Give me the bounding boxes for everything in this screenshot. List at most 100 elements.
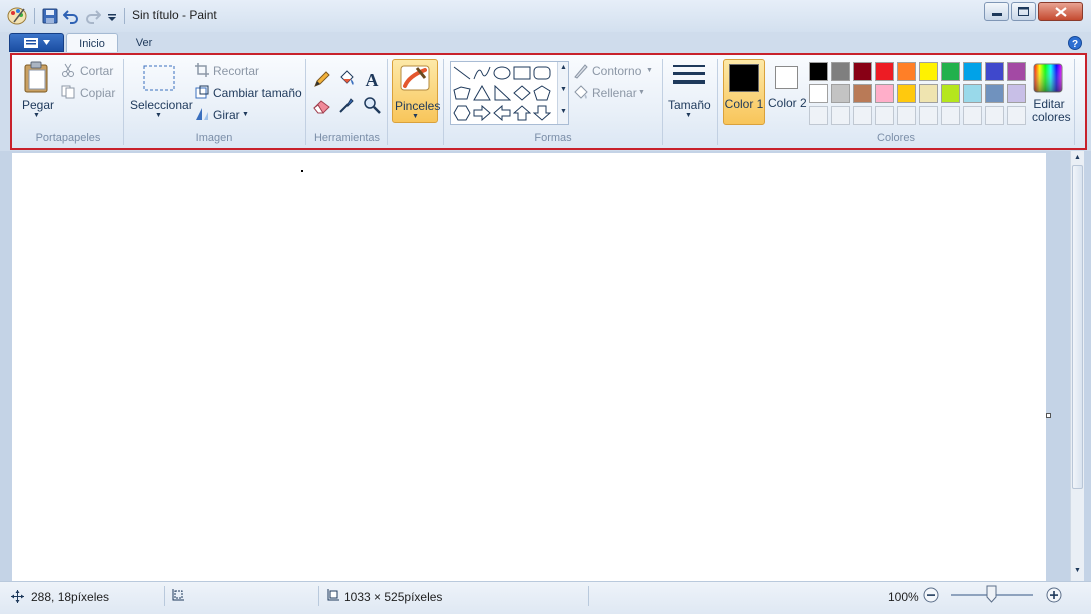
shape-right-arrow-icon[interactable]	[473, 105, 491, 121]
copy-button[interactable]: Copiar	[80, 86, 115, 100]
paste-label[interactable]: Pegar	[22, 98, 54, 112]
custom-color-slot[interactable]	[941, 106, 960, 125]
app-menu-button[interactable]	[9, 33, 64, 52]
select-dropdown-icon[interactable]: ▼	[155, 112, 162, 119]
drawing-canvas[interactable]	[12, 153, 1046, 581]
fill-bucket-icon[interactable]	[337, 69, 357, 89]
customize-dropdown-icon[interactable]	[107, 6, 117, 26]
eraser-icon[interactable]	[312, 95, 332, 115]
select-icon[interactable]	[143, 65, 175, 91]
paste-dropdown-icon[interactable]: ▼	[33, 112, 40, 119]
palette-swatch[interactable]	[941, 62, 960, 81]
palette-swatch[interactable]	[1007, 62, 1026, 81]
palette-swatch[interactable]	[919, 62, 938, 81]
custom-color-slot[interactable]	[809, 106, 828, 125]
palette-swatch[interactable]	[897, 62, 916, 81]
close-button[interactable]	[1038, 2, 1083, 21]
save-icon[interactable]	[42, 6, 58, 26]
palette-swatch[interactable]	[853, 84, 872, 103]
palette-swatch[interactable]	[853, 62, 872, 81]
edit-colors-icon[interactable]	[1033, 63, 1063, 93]
shape-line-icon[interactable]	[453, 65, 471, 81]
zoom-in-icon[interactable]	[1046, 587, 1062, 603]
shape-oval-icon[interactable]	[493, 65, 511, 81]
custom-color-slot[interactable]	[897, 106, 916, 125]
shape-rectangle-icon[interactable]	[513, 65, 531, 81]
palette-swatch[interactable]	[963, 62, 982, 81]
fill-button[interactable]: Rellenar	[592, 86, 637, 100]
redo-icon[interactable]	[85, 6, 101, 26]
text-icon[interactable]: A	[362, 69, 382, 89]
color-picker-icon[interactable]	[337, 95, 357, 115]
pencil-icon[interactable]	[312, 69, 332, 89]
rotate-button[interactable]: Girar	[213, 108, 240, 122]
tab-inicio[interactable]: Inicio	[66, 33, 118, 52]
shape-pentagon-icon[interactable]	[533, 85, 551, 101]
shape-rounded-rectangle-icon[interactable]	[533, 65, 551, 81]
color2-button[interactable]: Color 2	[768, 59, 808, 125]
cut-button[interactable]: Cortar	[80, 64, 113, 78]
palette-swatch[interactable]	[809, 84, 828, 103]
palette-swatch[interactable]	[875, 62, 894, 81]
paint-app-icon[interactable]	[6, 5, 28, 27]
tab-ver[interactable]: Ver	[128, 33, 160, 52]
zoom-out-icon[interactable]	[923, 587, 939, 603]
maximize-button[interactable]	[1011, 2, 1036, 21]
shape-curve-icon[interactable]	[473, 65, 491, 81]
shape-right-triangle-icon[interactable]	[493, 85, 511, 101]
fill-dropdown-icon[interactable]: ▼	[638, 89, 645, 96]
palette-swatch[interactable]	[897, 84, 916, 103]
palette-swatch[interactable]	[985, 62, 1004, 81]
scroll-up-icon[interactable]: ▲	[560, 64, 567, 71]
palette-swatch[interactable]	[809, 62, 828, 81]
color1-button[interactable]: Color 1	[723, 59, 765, 125]
paste-clipboard-icon[interactable]	[22, 61, 52, 93]
magnifier-icon[interactable]	[362, 95, 382, 115]
edit-colors-label[interactable]: Editar colores	[1032, 98, 1071, 124]
expand-gallery-icon[interactable]: ▼	[560, 108, 567, 115]
palette-swatch[interactable]	[919, 84, 938, 103]
shape-down-arrow-icon[interactable]	[533, 105, 551, 121]
outline-button[interactable]: Contorno	[592, 64, 641, 78]
custom-color-slot[interactable]	[1007, 106, 1026, 125]
shape-left-arrow-icon[interactable]	[493, 105, 511, 121]
canvas-resize-handle[interactable]	[1046, 413, 1051, 418]
palette-swatch[interactable]	[831, 62, 850, 81]
line-size-icon[interactable]	[672, 63, 706, 91]
custom-color-slot[interactable]	[875, 106, 894, 125]
palette-swatch[interactable]	[831, 84, 850, 103]
shapes-scrollbar[interactable]: ▲ ▼ ▼	[557, 62, 568, 124]
size-dropdown-icon[interactable]: ▼	[685, 112, 692, 119]
size-label[interactable]: Tamaño	[668, 98, 711, 112]
help-icon[interactable]: ?	[1068, 36, 1082, 50]
rotate-dropdown-icon[interactable]: ▼	[242, 111, 249, 118]
select-label[interactable]: Seleccionar	[130, 98, 193, 112]
custom-color-slot[interactable]	[853, 106, 872, 125]
minimize-button[interactable]	[984, 2, 1009, 21]
palette-swatch[interactable]	[941, 84, 960, 103]
shape-up-arrow-icon[interactable]	[513, 105, 531, 121]
palette-swatch[interactable]	[1007, 84, 1026, 103]
shape-hexagon-icon[interactable]	[453, 105, 471, 121]
resize-button[interactable]: Cambiar tamaño	[213, 86, 302, 100]
shape-triangle-icon[interactable]	[473, 85, 491, 101]
shape-diamond-icon[interactable]	[513, 85, 531, 101]
scroll-up-icon[interactable]: ▲	[1074, 154, 1081, 161]
scroll-down-icon[interactable]: ▼	[1074, 567, 1081, 574]
crop-button[interactable]: Recortar	[213, 64, 259, 78]
palette-swatch[interactable]	[875, 84, 894, 103]
shape-polygon-icon[interactable]	[453, 85, 471, 101]
vertical-scrollbar[interactable]: ▲ ▼	[1070, 151, 1084, 581]
custom-color-slot[interactable]	[985, 106, 1004, 125]
zoom-slider-thumb[interactable]	[986, 585, 997, 603]
custom-color-slot[interactable]	[963, 106, 982, 125]
scrollbar-thumb[interactable]	[1072, 165, 1083, 489]
palette-swatch[interactable]	[963, 84, 982, 103]
custom-color-slot[interactable]	[831, 106, 850, 125]
palette-swatch[interactable]	[985, 84, 1004, 103]
undo-icon[interactable]	[63, 6, 79, 26]
custom-color-slot[interactable]	[919, 106, 938, 125]
outline-dropdown-icon[interactable]: ▼	[646, 67, 653, 74]
scroll-down-icon[interactable]: ▼	[560, 86, 567, 93]
brushes-button[interactable]: Pinceles ▼	[392, 59, 440, 123]
